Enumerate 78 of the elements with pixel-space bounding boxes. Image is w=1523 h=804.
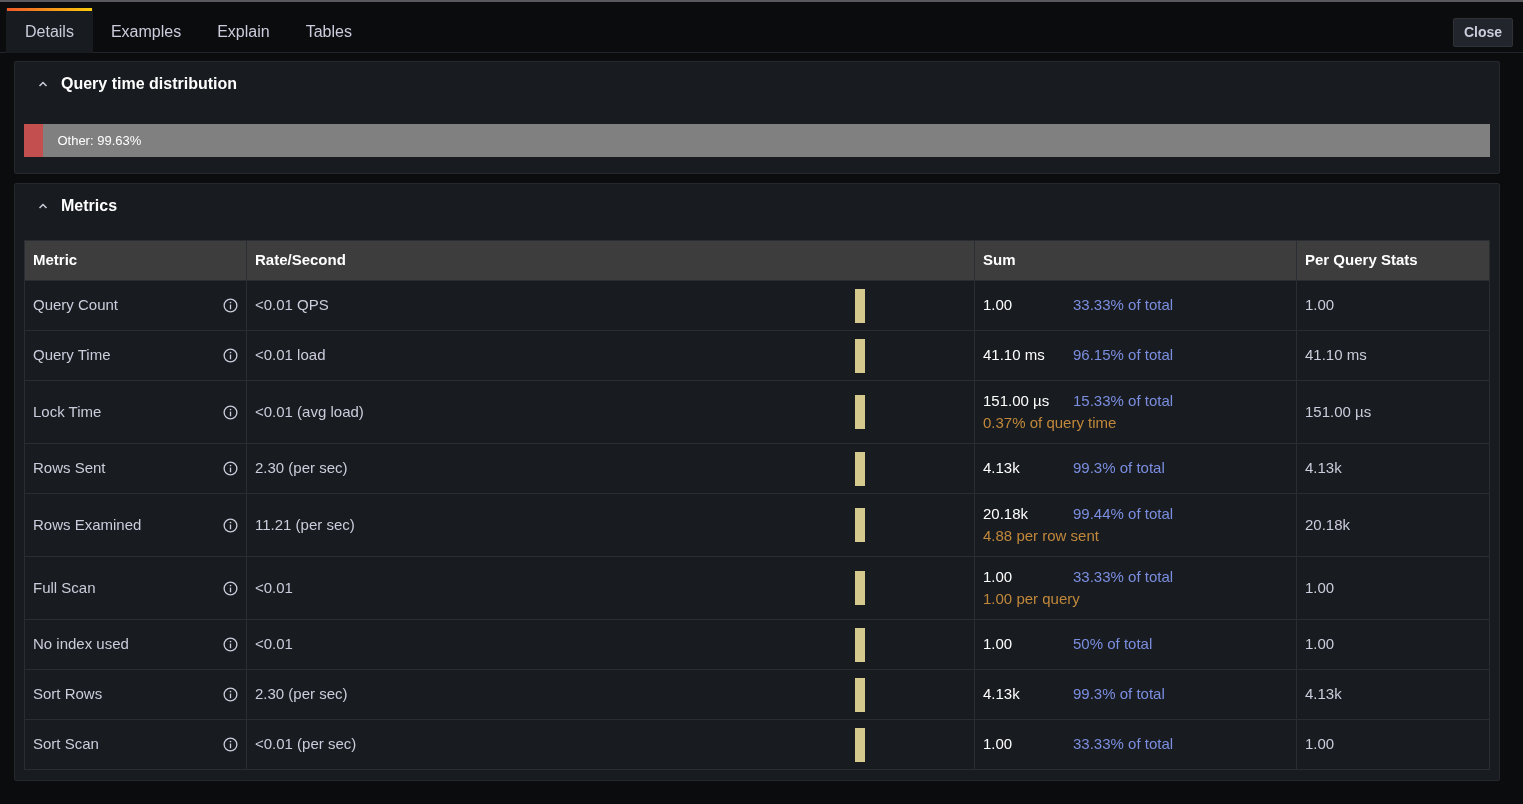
sum-value: 151.00 µs (983, 390, 1051, 411)
rate-bar (854, 571, 865, 605)
share-of-total: 96.15% of total (1073, 346, 1174, 364)
metric-name: Rows Examined (33, 514, 142, 535)
info-icon[interactable] (223, 737, 238, 752)
rate-value: 11.21 (per sec) (255, 515, 355, 533)
sum-value: 1.00 (983, 634, 1014, 655)
rate-value: <0.01 QPS (255, 296, 329, 314)
rate-bar (854, 677, 865, 712)
info-icon[interactable] (223, 637, 238, 652)
share-of-total: 99.3% of total (1073, 459, 1165, 477)
per-query-value: 151.00 µs (1305, 402, 1372, 420)
column-header: Metric (24, 240, 247, 281)
sum-value: 20.18k (983, 503, 1030, 524)
rate-value: <0.01 (avg load) (255, 402, 364, 420)
rate-value: 2.30 (per sec) (255, 685, 348, 703)
rate-value: <0.01 (255, 578, 293, 596)
info-icon[interactable] (223, 461, 238, 476)
sum-value: 1.00 (983, 295, 1014, 316)
metric-name: Sort Rows (33, 684, 103, 705)
share-of-total: 33.33% of total (1073, 735, 1174, 753)
section-title: Metrics (61, 196, 118, 216)
column-header: Sum (974, 240, 1297, 281)
distribution-segment: Other: 99.63% (43, 124, 1490, 157)
per-query-value: 4.13k (1305, 459, 1342, 477)
sum-value: 41.10 ms (983, 345, 1046, 366)
share-of-total: 15.33% of total (1073, 391, 1174, 409)
share-of-total: 99.44% of total (1073, 504, 1174, 522)
rate-bar (854, 395, 865, 429)
per-query-value: 41.10 ms (1305, 346, 1367, 364)
info-icon[interactable] (223, 580, 238, 596)
share-of-total: 33.33% of total (1073, 567, 1174, 585)
sum-value: 4.13k (983, 684, 1021, 705)
metric-name: Query Count (33, 295, 119, 316)
per-query-value: 1.00 (1305, 578, 1335, 596)
sum-value: 1.00 (983, 734, 1014, 755)
metric-name: Query Time (33, 345, 111, 366)
info-icon[interactable] (223, 687, 238, 702)
tab[interactable]: Examples (92, 8, 200, 53)
rate-bar (854, 338, 865, 373)
share-of-total: 99.3% of total (1073, 685, 1165, 703)
column-header: Rate/Second (246, 240, 975, 281)
metric-name: Full Scan (33, 577, 96, 598)
close-button[interactable]: Close (1452, 18, 1513, 47)
share-of-total: 33.33% of total (1073, 296, 1174, 314)
metric-name: Lock Time (33, 401, 102, 422)
per-query-value: 1.00 (1305, 735, 1335, 753)
sum-note: 0.37% of query time (983, 413, 1118, 433)
info-icon[interactable] (223, 348, 238, 363)
section-title: Query time distribution (61, 74, 237, 94)
rate-value: <0.01 (per sec) (255, 735, 357, 753)
tab[interactable]: Details (6, 8, 93, 53)
per-query-value: 4.13k (1305, 685, 1342, 703)
metric-name: No index used (33, 634, 129, 655)
info-icon[interactable] (223, 517, 238, 533)
sum-note: 1.00 per query (983, 589, 1081, 609)
rate-value: <0.01 (255, 635, 293, 653)
info-icon[interactable] (223, 298, 238, 313)
tab[interactable]: Tables (287, 8, 370, 53)
rate-bar (854, 288, 865, 323)
rate-value: 2.30 (per sec) (255, 459, 348, 477)
per-query-value: 20.18k (1305, 515, 1351, 533)
column-header: Per Query Stats (1296, 240, 1490, 281)
rate-bar (854, 508, 865, 542)
sum-value: 4.13k (983, 458, 1021, 479)
info-icon[interactable] (223, 404, 238, 420)
rate-bar (854, 627, 865, 662)
per-query-value: 1.00 (1305, 635, 1335, 653)
sum-note: 4.88 per row sent (983, 526, 1100, 546)
rate-value: <0.01 load (255, 346, 326, 364)
share-of-total: 50% of total (1073, 635, 1153, 653)
metric-name: Sort Scan (33, 734, 99, 755)
per-query-value: 1.00 (1305, 296, 1335, 314)
sum-value: 1.00 (983, 566, 1014, 587)
metric-name: Rows Sent (33, 458, 106, 479)
rate-bar (854, 451, 865, 486)
tab[interactable]: Explain (199, 8, 288, 53)
rate-bar (854, 727, 865, 762)
